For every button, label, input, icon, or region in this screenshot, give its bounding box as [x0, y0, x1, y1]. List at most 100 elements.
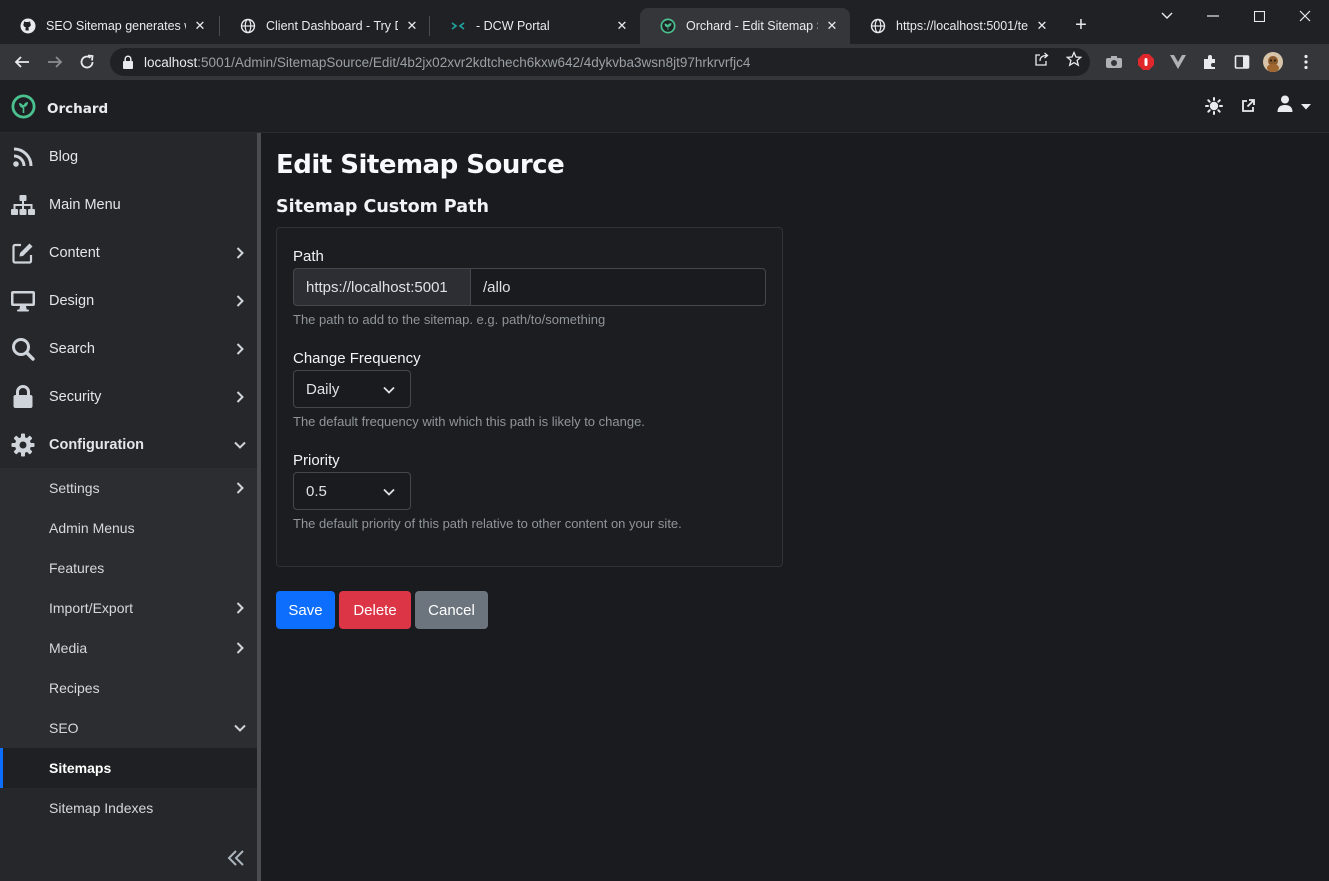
- lock-icon[interactable]: [122, 55, 136, 69]
- browser-tab[interactable]: https://localhost:5001/test.x ✕: [850, 8, 1060, 44]
- caret-down-icon: [1301, 97, 1311, 115]
- browser-tab-bar: SEO Sitemap generates with ✕ Client Dash…: [0, 0, 1329, 44]
- priority-help-text: The default priority of this path relati…: [293, 516, 682, 531]
- sidebar-subitem-sitemaps[interactable]: Sitemaps: [0, 748, 257, 788]
- chevron-down-icon: [233, 438, 247, 452]
- close-icon[interactable]: ✕: [824, 18, 840, 34]
- sidebar-subitem-recipes[interactable]: Recipes: [0, 668, 257, 708]
- sidebar-item-label: Features: [49, 560, 105, 576]
- priority-label: Priority: [293, 452, 340, 469]
- sidebar-scrollbar[interactable]: [257, 133, 261, 881]
- change-frequency-value: Daily: [306, 380, 340, 398]
- browser-tab[interactable]: SEO Sitemap generates with ✕: [0, 8, 218, 44]
- path-prefix: https://localhost:5001: [293, 268, 471, 306]
- path-input[interactable]: /allo: [471, 268, 766, 306]
- chevron-right-icon: [233, 390, 247, 404]
- path-input-group: https://localhost:5001 /allo: [293, 268, 766, 306]
- sidebar-item-label: Configuration: [49, 437, 145, 453]
- sidebar-item-label: Content: [49, 245, 100, 261]
- chevron-right-icon: [233, 342, 247, 356]
- lock-icon: [10, 384, 36, 410]
- sidebar-subitem-features[interactable]: Features: [0, 548, 257, 588]
- browser-tab-active[interactable]: Orchard - Edit Sitemap Sou ✕: [640, 8, 850, 44]
- window-close-button[interactable]: [1282, 4, 1328, 28]
- path-help-text: The path to add to the sitemap. e.g. pat…: [293, 312, 606, 327]
- sidebar-item-label: Settings: [49, 480, 100, 496]
- user-icon: [1277, 95, 1293, 117]
- sidebar-item-content[interactable]: Content: [0, 229, 257, 277]
- sidebar-subitem-sitemap-indexes[interactable]: Sitemap Indexes: [0, 788, 257, 828]
- forward-button[interactable]: [43, 50, 67, 74]
- bookmark-star-icon[interactable]: [1066, 51, 1082, 67]
- chevron-right-icon: [233, 641, 247, 655]
- app-header: Orchard: [0, 80, 1329, 133]
- minimize-button[interactable]: [1190, 4, 1236, 28]
- camera-icon[interactable]: [1104, 52, 1124, 72]
- vue-devtools-icon[interactable]: [1168, 52, 1188, 72]
- path-label: Path: [293, 248, 324, 265]
- globe-icon: [240, 18, 256, 34]
- theme-toggle-icon[interactable]: [1204, 96, 1224, 116]
- external-link-icon[interactable]: [1239, 96, 1257, 116]
- new-tab-button[interactable]: +: [1070, 14, 1092, 36]
- sidebar-subitem-admin-menus[interactable]: Admin Menus: [0, 508, 257, 548]
- sidebar-item-security[interactable]: Security: [0, 373, 257, 421]
- sidebar-item-label: Blog: [49, 149, 79, 165]
- side-panel-icon[interactable]: [1232, 52, 1252, 72]
- sidebar: Blog Main Menu Content Design Search Sec…: [0, 133, 257, 881]
- browser-toolbar: localhost:5001/Admin/SitemapSource/Edit/…: [0, 44, 1329, 80]
- save-button[interactable]: Save: [276, 591, 335, 629]
- share-icon[interactable]: [1034, 51, 1050, 67]
- sitemap-icon: [10, 192, 36, 218]
- sidebar-subitem-import-export[interactable]: Import/Export: [0, 588, 257, 628]
- close-icon[interactable]: ✕: [1034, 18, 1050, 34]
- brand-link[interactable]: Orchard: [11, 94, 108, 124]
- dcw-icon: [450, 18, 466, 34]
- sidebar-item-main-menu[interactable]: Main Menu: [0, 181, 257, 229]
- priority-select[interactable]: 0.5: [293, 472, 411, 510]
- chevron-right-icon: [233, 246, 247, 260]
- profile-avatar[interactable]: [1263, 52, 1283, 72]
- sidebar-item-label: Recipes: [49, 680, 100, 696]
- kebab-menu-icon[interactable]: [1296, 52, 1316, 72]
- adblock-icon[interactable]: [1136, 52, 1156, 72]
- user-menu-button[interactable]: [1274, 95, 1314, 117]
- sidebar-item-design[interactable]: Design: [0, 277, 257, 325]
- close-icon[interactable]: ✕: [614, 18, 630, 34]
- change-frequency-select[interactable]: Daily: [293, 370, 411, 408]
- sidebar-item-label: Sitemaps: [49, 760, 112, 776]
- url-host: localhost: [144, 54, 198, 70]
- orchard-logo-icon: [11, 94, 36, 124]
- section-title: Sitemap Custom Path: [276, 197, 489, 217]
- back-button[interactable]: [10, 50, 34, 74]
- search-icon: [10, 336, 36, 362]
- delete-button[interactable]: Delete: [339, 591, 411, 629]
- reload-button[interactable]: [75, 50, 99, 74]
- address-url: localhost:5001/Admin/SitemapSource/Edit/…: [144, 55, 750, 70]
- extensions-icon[interactable]: [1200, 52, 1220, 72]
- address-bar[interactable]: localhost:5001/Admin/SitemapSource/Edit/…: [110, 48, 1090, 76]
- maximize-button[interactable]: [1236, 4, 1282, 28]
- chevron-right-icon: [233, 294, 247, 308]
- sidebar-item-label: Main Menu: [49, 197, 121, 213]
- sidebar-subitem-seo[interactable]: SEO: [0, 708, 257, 748]
- collapse-sidebar-icon[interactable]: [224, 846, 248, 870]
- chevron-right-icon: [233, 481, 247, 495]
- browser-tab-title: https://localhost:5001/test.x: [896, 19, 1028, 33]
- close-icon[interactable]: ✕: [404, 18, 420, 34]
- sidebar-item-configuration[interactable]: Configuration: [0, 421, 257, 469]
- sidebar-item-blog[interactable]: Blog: [0, 133, 257, 181]
- tab-search-icon[interactable]: [1144, 4, 1190, 28]
- sidebar-item-search[interactable]: Search: [0, 325, 257, 373]
- sidebar-subitem-media[interactable]: Media: [0, 628, 257, 668]
- github-icon: [20, 18, 36, 34]
- sidebar-item-label: Admin Menus: [49, 520, 135, 536]
- edit-icon: [10, 240, 36, 266]
- browser-tab[interactable]: - DCW Portal ✕: [430, 8, 640, 44]
- browser-tab-title: Client Dashboard - Try DCW: [266, 19, 398, 33]
- browser-tab[interactable]: Client Dashboard - Try DCW ✕: [220, 8, 430, 44]
- desktop-icon: [10, 288, 36, 314]
- close-icon[interactable]: ✕: [192, 18, 208, 34]
- cancel-button[interactable]: Cancel: [415, 591, 488, 629]
- sidebar-subitem-settings[interactable]: Settings: [0, 468, 257, 508]
